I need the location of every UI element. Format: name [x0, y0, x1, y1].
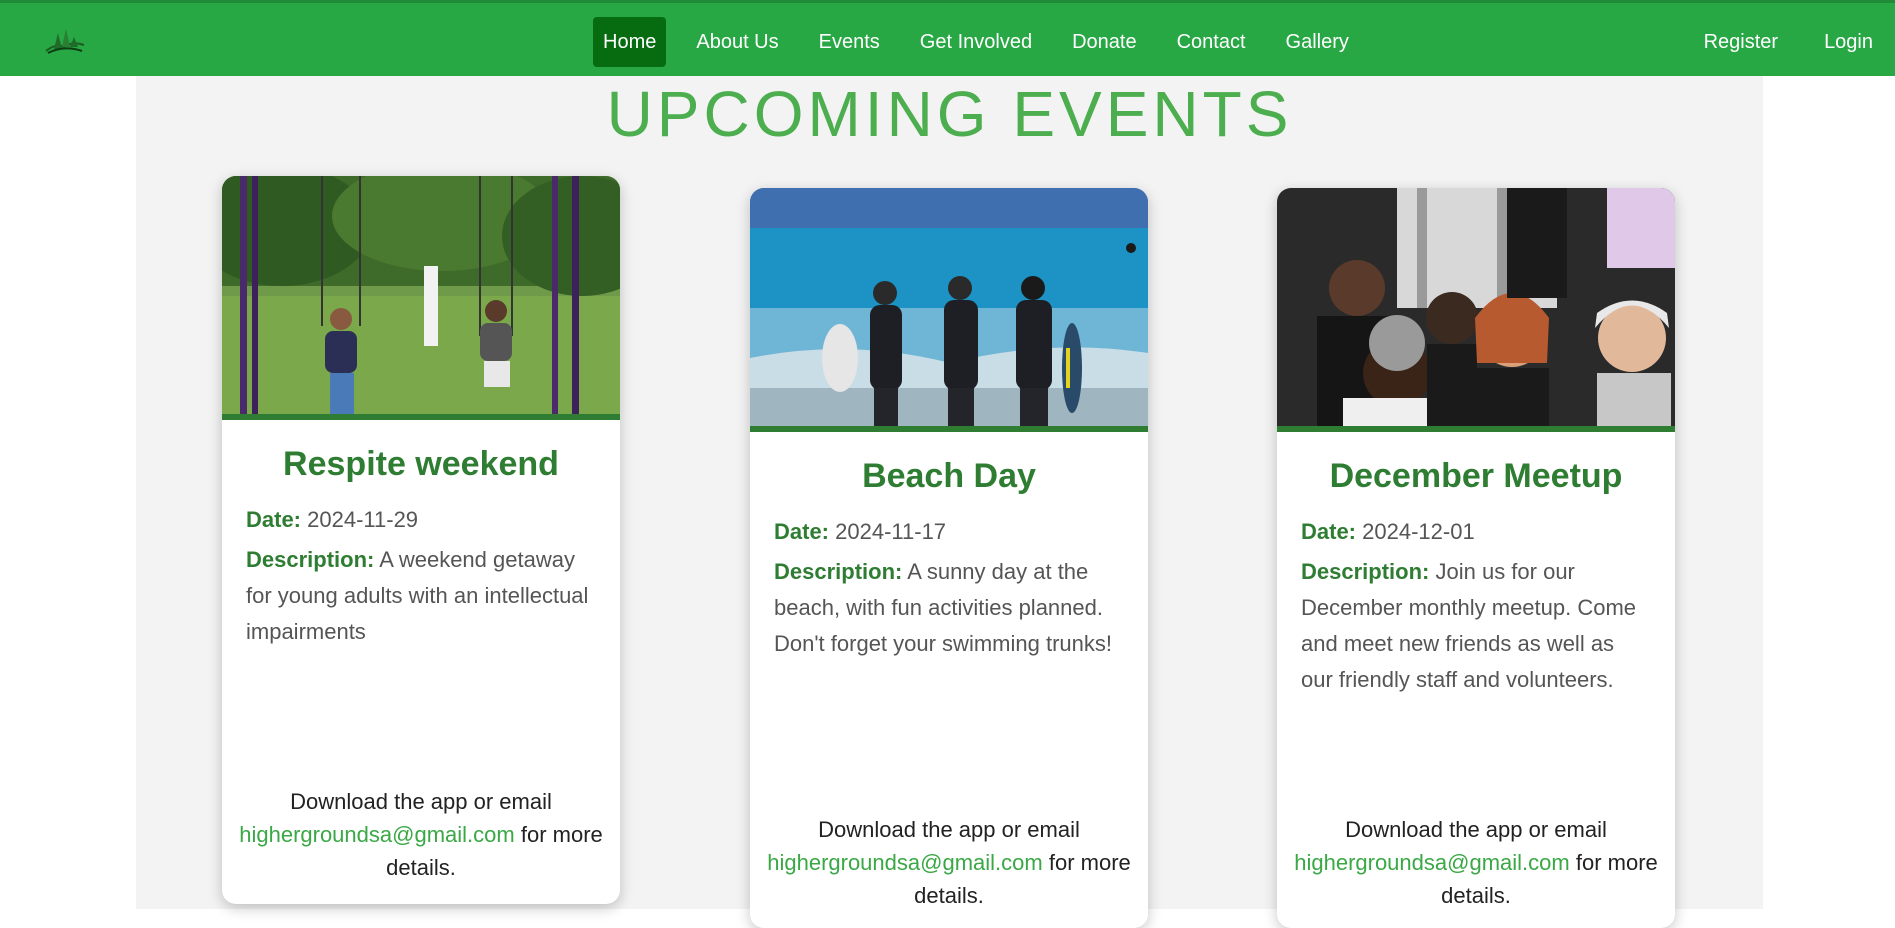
email-link[interactable]: highergroundsa@gmail.com: [767, 850, 1042, 875]
events-section: UPCOMING EVENTS Respite weekend Date: 20…: [136, 76, 1763, 928]
event-contact: Download the app or email highergroundsa@…: [1277, 813, 1675, 912]
event-title: Beach Day: [862, 457, 1036, 495]
description-label: Description:: [246, 547, 375, 572]
contact-pre: Download the app or email: [1345, 817, 1607, 842]
event-title: Respite weekend: [283, 445, 559, 483]
event-description: Description: A weekend getaway for young…: [246, 542, 596, 650]
description-label: Description:: [774, 559, 903, 584]
event-date: Date: 2024-12-01: [1301, 514, 1651, 550]
main-nav: Home About Us Events Get Involved Donate…: [593, 17, 1379, 67]
event-contact: Download the app or email highergroundsa@…: [750, 813, 1148, 912]
date-label: Date:: [1301, 519, 1357, 544]
register-link[interactable]: Register: [1694, 17, 1788, 67]
account-nav: Register Login: [1668, 17, 1883, 67]
nav-events-link[interactable]: Events: [809, 17, 890, 67]
event-date: Date: 2024-11-17: [774, 514, 1124, 550]
event-card: Respite weekend Date: 2024-11-29 Descrip…: [222, 176, 620, 904]
event-description: Description: Join us for our December mo…: [1301, 554, 1651, 698]
nav-contact-link[interactable]: Contact: [1167, 17, 1256, 67]
date-value: 2024-11-29: [307, 507, 419, 532]
event-contact: Download the app or email highergroundsa@…: [222, 785, 620, 884]
date-label: Date:: [246, 507, 302, 532]
email-link[interactable]: highergroundsa@gmail.com: [1294, 850, 1569, 875]
contact-pre: Download the app or email: [818, 817, 1080, 842]
event-description: Description: A sunny day at the beach, w…: [774, 554, 1124, 662]
date-value: 2024-12-01: [1362, 519, 1475, 544]
top-navbar: Home About Us Events Get Involved Donate…: [0, 0, 1895, 76]
login-link[interactable]: Login: [1814, 17, 1883, 67]
event-title: December Meetup: [1329, 457, 1623, 495]
group-meetup-photo: [1277, 188, 1675, 432]
page-title: UPCOMING EVENTS: [606, 78, 1293, 150]
nav-get-involved-link[interactable]: Get Involved: [910, 17, 1042, 67]
nav-home-link[interactable]: Home: [593, 17, 667, 67]
people-on-swings-photo: [222, 176, 620, 420]
surfers-at-beach-photo: [750, 188, 1148, 432]
nav-gallery-link[interactable]: Gallery: [1276, 17, 1359, 67]
nav-donate-link[interactable]: Donate: [1062, 17, 1147, 67]
event-date: Date: 2024-11-29: [246, 502, 596, 538]
event-card: December Meetup Date: 2024-12-01 Descrip…: [1277, 188, 1675, 928]
contact-pre: Download the app or email: [290, 789, 552, 814]
date-label: Date:: [774, 519, 830, 544]
event-card: Beach Day Date: 2024-11-17 Description: …: [750, 188, 1148, 928]
date-value: 2024-11-17: [835, 519, 947, 544]
email-link[interactable]: highergroundsa@gmail.com: [239, 822, 514, 847]
nav-about-link[interactable]: About Us: [686, 17, 788, 67]
description-label: Description:: [1301, 559, 1430, 584]
trees-logo-icon[interactable]: [44, 25, 86, 57]
